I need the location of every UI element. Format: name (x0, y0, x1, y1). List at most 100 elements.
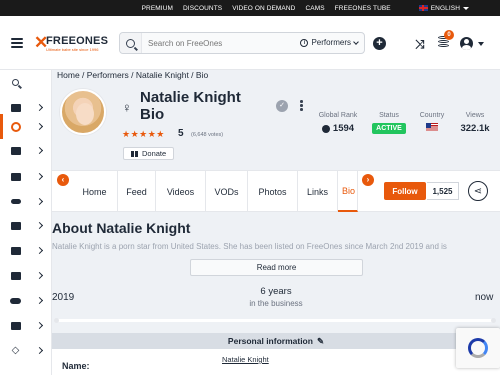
career-start-year: 2019 (52, 292, 75, 303)
share-icon[interactable]: ⋖ (468, 181, 488, 201)
about-heading: About Natalie Knight (52, 220, 191, 236)
gamepad-icon (10, 295, 21, 306)
search-button[interactable] (120, 33, 142, 53)
search-icon (10, 77, 21, 88)
career-end: now (475, 292, 494, 303)
more-options-icon[interactable] (300, 100, 303, 112)
edit-pencil-icon[interactable]: ✎ (317, 336, 324, 347)
personal-info-title: Personal information (227, 336, 313, 346)
career-years: 6 years (260, 286, 292, 297)
rating-stars-icon[interactable]: ★★★★★ (122, 129, 165, 140)
read-more-button[interactable]: Read more (190, 259, 363, 276)
scroll-right-icon[interactable]: › (362, 174, 374, 186)
rating-votes: (6,648 votes) (191, 132, 224, 138)
uk-flag-icon (418, 5, 428, 11)
search-icon (126, 38, 135, 48)
verified-check-icon: ✓ (276, 100, 288, 112)
name-label: Name: (62, 361, 90, 371)
film-icon (10, 245, 21, 256)
scroll-left-icon[interactable]: ‹ (57, 174, 69, 186)
gift-icon (131, 148, 138, 157)
chevron-right-icon (35, 172, 44, 181)
chevron-right-icon (35, 146, 44, 155)
chevron-right-icon (35, 246, 44, 255)
follower-count: 1,525 (427, 182, 459, 200)
shuffle-icon[interactable]: ⤨ (415, 37, 425, 52)
chat-icon (10, 320, 21, 331)
tab-feed[interactable]: Feed (118, 171, 156, 212)
sidebar-item-photos[interactable] (0, 138, 52, 163)
recaptcha-icon (468, 338, 488, 358)
topnav-cams-link[interactable]: CAMS (300, 5, 329, 12)
add-icon[interactable]: + (373, 37, 386, 50)
tab-vods[interactable]: VODs (206, 171, 248, 212)
search-scope-select[interactable]: i Performers (300, 38, 359, 47)
female-gender-icon: ♀ (122, 100, 132, 115)
sidebar-item-games[interactable] (0, 288, 52, 313)
tab-videos[interactable]: Videos (156, 171, 206, 212)
menu-icon[interactable] (11, 38, 23, 48)
main-content: Home / Performers / Natalie Knight / Bio… (52, 70, 500, 375)
chevron-right-icon (35, 197, 44, 206)
chevron-right-icon (35, 271, 44, 280)
sidebar-item-feed[interactable] (0, 164, 52, 189)
topnav-premium-link[interactable]: PREMIUM (137, 5, 178, 12)
personal-info-header: Personal information ✎ (52, 333, 500, 349)
sidebar-item-premium[interactable]: ◇ (0, 338, 52, 363)
sidebar-item-vod[interactable] (0, 238, 52, 263)
link-icon (10, 196, 21, 207)
sidebar-item-shop[interactable] (0, 263, 52, 288)
logo-tagline: Ultimate babe site since 1996 (46, 47, 99, 52)
search-bar: i Performers (119, 32, 365, 54)
breadcrumb[interactable]: Home / Performers / Natalie Knight / Bio (57, 70, 208, 80)
personal-info-row: Name: Natalie Knight (52, 349, 500, 375)
tab-links[interactable]: Links (298, 171, 338, 212)
sidebar-item-videos[interactable] (0, 213, 52, 238)
chevron-down-icon (353, 38, 359, 45)
about-text: Natalie Knight is a porn star from Unite… (52, 242, 447, 251)
notification-badge: 0 (444, 30, 454, 40)
chevron-right-icon (35, 321, 44, 330)
global-rank-value: 1594 (332, 123, 355, 134)
language-label: ENGLISH (430, 4, 460, 12)
career-timeline-bar (54, 318, 496, 323)
chevron-down-icon (463, 6, 469, 10)
follow-button[interactable]: Follow (384, 182, 426, 200)
search-scope-label: Performers (311, 38, 351, 47)
tab-home[interactable]: Home (72, 171, 118, 212)
new-icon (10, 102, 21, 113)
sidebar-item-links[interactable] (0, 189, 52, 214)
tab-bio[interactable]: Bio (338, 171, 358, 212)
tab-photos[interactable]: Photos (248, 171, 298, 212)
sidebar-item-forum[interactable] (0, 313, 52, 338)
donate-label: Donate (142, 149, 167, 158)
feed-icon (10, 171, 21, 182)
donate-button[interactable]: Donate (123, 147, 175, 160)
performer-icon (10, 121, 21, 132)
site-logo[interactable]: ✕ FREEONES Ultimate babe site since 1996 (34, 33, 108, 55)
top-nav-bar: PREMIUM DISCOUNTS VIDEO ON DEMAND CAMS F… (0, 0, 500, 16)
us-flag-icon (426, 123, 438, 131)
topnav-tube-link[interactable]: FREEONES TUBE (330, 5, 396, 12)
global-rank-stat: Global Rank 1594 (313, 112, 363, 134)
chevron-down-icon[interactable] (478, 42, 484, 46)
country-label: Country (419, 112, 445, 119)
sidebar-item-performers[interactable] (0, 114, 52, 139)
page-title: Natalie Knight Bio (140, 89, 241, 123)
globe-icon (321, 124, 330, 133)
photos-icon (10, 145, 21, 156)
search-input[interactable] (142, 38, 282, 48)
name-value-link[interactable]: Natalie Knight (222, 355, 269, 364)
topnav-discounts-link[interactable]: DISCOUNTS (178, 5, 227, 12)
recaptcha-badge[interactable] (456, 328, 500, 368)
views-label: Views (465, 112, 485, 119)
avatar[interactable] (60, 89, 106, 135)
user-account-icon[interactable] (460, 37, 473, 50)
chevron-right-icon (35, 103, 44, 112)
chevron-right-icon (35, 296, 44, 305)
language-selector[interactable]: ENGLISH (414, 5, 474, 12)
topnav-vod-link[interactable]: VIDEO ON DEMAND (227, 5, 300, 12)
status-badge: ACTIVE (372, 123, 406, 134)
diamond-icon: ◇ (11, 345, 20, 356)
sidebar-item-search[interactable] (0, 70, 52, 95)
